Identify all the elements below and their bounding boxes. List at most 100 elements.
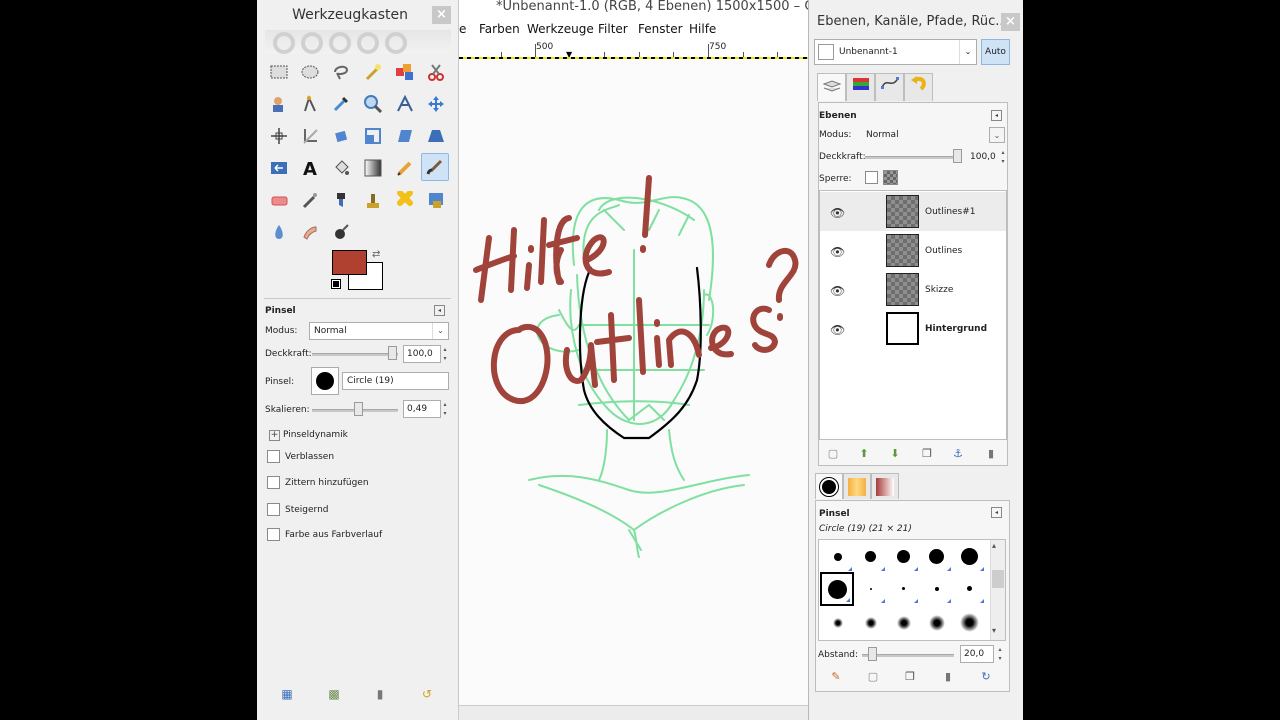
paintbrush-icon[interactable]: [421, 153, 449, 181]
opacity-spin-arrows-icon[interactable]: ▴ ▾: [441, 345, 449, 363]
brush-cell[interactable]: [887, 572, 920, 605]
brush-cell[interactable]: [920, 572, 953, 605]
tab-brushes[interactable]: [815, 473, 843, 499]
lasso-icon[interactable]: [327, 58, 355, 86]
refresh-brushes-icon[interactable]: ↻: [979, 670, 993, 684]
crop-icon[interactable]: [296, 122, 324, 150]
delete-layer-icon[interactable]: ▮: [984, 447, 998, 461]
heal-icon[interactable]: [391, 186, 419, 214]
tab-gradients[interactable]: [871, 473, 899, 499]
ellipse-select-icon[interactable]: [296, 58, 324, 86]
brush-cell[interactable]: [953, 572, 986, 605]
scale-spin-arrows-icon[interactable]: ▴ ▾: [441, 400, 449, 418]
menu-filters[interactable]: Filter: [598, 22, 628, 36]
reset-options-icon[interactable]: ↺: [419, 687, 435, 701]
spacing-slider-thumb[interactable]: [868, 647, 877, 661]
duplicate-layer-icon[interactable]: ❐: [920, 447, 934, 461]
fade-checkbox[interactable]: [267, 450, 280, 463]
toolbox-close-icon[interactable]: ×: [432, 6, 451, 24]
incremental-checkbox[interactable]: [267, 503, 280, 516]
smudge-icon[interactable]: [296, 218, 324, 246]
spacing-spinbox[interactable]: 20,0: [960, 645, 994, 663]
tab-layers[interactable]: [817, 73, 846, 101]
layer-opacity-slider-thumb[interactable]: [953, 149, 962, 163]
brush-cell[interactable]: [821, 606, 854, 639]
flip-icon[interactable]: [265, 154, 293, 182]
delete-options-icon[interactable]: ▮: [372, 687, 388, 701]
scale-spinbox[interactable]: 0,49: [403, 400, 441, 418]
wilber-drop-area[interactable]: [265, 30, 451, 54]
brush-cell[interactable]: [854, 540, 887, 573]
lock-pixels-checkbox[interactable]: [865, 171, 878, 184]
duplicate-brush-icon[interactable]: ❐: [903, 670, 917, 684]
brush-cell[interactable]: [953, 606, 986, 639]
drawing-canvas[interactable]: [459, 60, 808, 705]
swap-colors-icon[interactable]: ⇄: [372, 249, 380, 260]
lower-layer-icon[interactable]: ⬇: [888, 447, 902, 461]
perspective-icon[interactable]: [422, 122, 450, 150]
measure-icon[interactable]: [391, 90, 419, 118]
color-picker-icon[interactable]: [327, 90, 355, 118]
rotate-icon[interactable]: [327, 122, 355, 150]
perspective-clone-icon[interactable]: [422, 186, 450, 214]
zoom-icon[interactable]: [359, 90, 387, 118]
layer-row[interactable]: 👁 Outlines: [820, 231, 1006, 270]
bucket-fill-icon[interactable]: [327, 154, 355, 182]
scissors-icon[interactable]: [422, 58, 450, 86]
new-brush-icon[interactable]: ▢: [866, 670, 880, 684]
tab-undo-history[interactable]: [904, 73, 933, 101]
brush-cell[interactable]: [821, 540, 854, 573]
edit-brush-icon[interactable]: ✎: [829, 670, 843, 684]
airbrush-icon[interactable]: [296, 186, 324, 214]
horizontal-scrollbar[interactable]: [459, 705, 808, 720]
tool-options-menu-icon[interactable]: ◂: [434, 305, 445, 316]
text-icon[interactable]: A: [296, 154, 324, 182]
default-colors-icon[interactable]: [331, 279, 341, 289]
brush-cell[interactable]: [953, 540, 986, 573]
brushes-panel-menu-icon[interactable]: ◂: [991, 507, 1002, 518]
opacity-slider-thumb[interactable]: [388, 346, 397, 360]
mode-combo[interactable]: Normal ⌄: [309, 322, 449, 340]
layer-row[interactable]: 👁 Hintergrund: [820, 309, 1006, 348]
brush-cell-selected[interactable]: [820, 572, 854, 606]
clone-icon[interactable]: [359, 186, 387, 214]
expand-plus-icon[interactable]: +: [269, 430, 280, 441]
paths-icon[interactable]: [296, 90, 324, 118]
foreground-select-icon[interactable]: [265, 90, 293, 118]
lock-alpha-icon[interactable]: [883, 170, 898, 185]
eraser-icon[interactable]: [265, 186, 293, 214]
jitter-checkbox[interactable]: [267, 476, 280, 489]
visibility-eye-icon[interactable]: 👁: [830, 323, 845, 337]
blend-icon[interactable]: [359, 154, 387, 182]
toolbox-titlebar[interactable]: Werkzeugkasten ×: [257, 0, 458, 30]
brush-cell[interactable]: [920, 540, 953, 573]
opacity-slider[interactable]: [312, 353, 398, 356]
tab-channels[interactable]: [846, 73, 875, 101]
brush-cell[interactable]: [854, 606, 887, 639]
layer-opacity-value[interactable]: 100,0: [970, 152, 996, 162]
color-from-gradient-checkbox[interactable]: [267, 528, 280, 541]
scrollbar-thumb[interactable]: [992, 570, 1004, 588]
move-icon[interactable]: [422, 90, 450, 118]
auto-button[interactable]: Auto: [981, 39, 1010, 65]
layer-opacity-spin-arrows-icon[interactable]: ▴ ▾: [999, 148, 1007, 166]
menu-image-partial[interactable]: e: [459, 22, 466, 36]
scroll-down-icon[interactable]: ▾: [992, 626, 996, 635]
brush-dynamics-label[interactable]: Pinseldynamik: [283, 430, 348, 440]
menu-colors[interactable]: Farben: [479, 22, 520, 36]
dock-titlebar[interactable]: Ebenen, Kanäle, Pfade, Rüc... ×: [809, 0, 1023, 31]
save-options-icon[interactable]: ▦: [279, 687, 295, 701]
visibility-eye-icon[interactable]: 👁: [830, 245, 845, 259]
brush-name-field[interactable]: Circle (19): [342, 372, 449, 390]
scale-slider-thumb[interactable]: [354, 402, 363, 416]
tab-patterns[interactable]: [843, 473, 871, 499]
blur-icon[interactable]: [265, 218, 293, 246]
shear-icon[interactable]: [391, 122, 419, 150]
layer-opacity-slider[interactable]: [865, 156, 960, 159]
brush-grid-scrollbar[interactable]: ▴ ▾: [990, 540, 1005, 640]
layer-row[interactable]: 👁 Skizze: [820, 270, 1006, 309]
new-layer-icon[interactable]: ▢: [826, 447, 840, 461]
align-icon[interactable]: [265, 122, 293, 150]
fuzzy-select-icon[interactable]: [359, 58, 387, 86]
brush-cell[interactable]: [854, 572, 887, 605]
